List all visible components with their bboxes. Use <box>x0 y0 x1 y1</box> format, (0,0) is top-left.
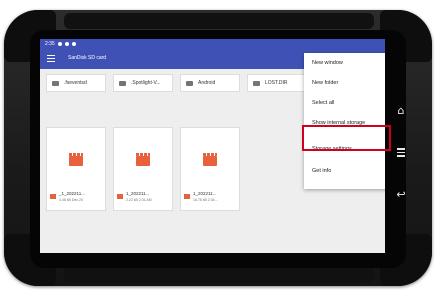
toolbar-title: SanDisk SD card <box>68 55 107 61</box>
notification-icon <box>64 42 69 46</box>
video-file-icon <box>117 194 123 199</box>
video-file-icon <box>184 194 190 199</box>
folder-icon <box>253 80 260 86</box>
folder-name: LOST.DIR <box>265 80 288 86</box>
status-bar: 2:35 <box>40 39 385 49</box>
folder-list: .fseventsd .Spotlight-V... Android LOST.… <box>46 74 307 92</box>
menu-icon[interactable] <box>394 146 408 160</box>
folder-item[interactable]: LOST.DIR <box>247 74 307 92</box>
file-name: 1_202211... <box>193 191 217 196</box>
menu-item-new-window[interactable]: New window <box>304 53 385 73</box>
folder-name: .fseventsd <box>64 80 87 86</box>
folder-item[interactable]: .fseventsd <box>46 74 106 92</box>
notification-icon <box>57 42 62 46</box>
highlight-box <box>302 125 391 151</box>
file-grid: _1_202211... 4.48 kB Dec 20 1_202211... … <box>46 127 240 211</box>
file-name: _1_202211... <box>59 191 85 196</box>
hamburger-menu-icon[interactable] <box>47 55 55 63</box>
folder-icon <box>186 80 193 86</box>
video-file-thumbnail-icon <box>203 153 217 166</box>
video-file-icon <box>50 194 56 199</box>
bumper-bottom <box>64 267 374 283</box>
status-time: 2:35 <box>45 41 55 47</box>
file-item[interactable]: 1_202211... 2.22 kB 2:31 AM <box>113 127 173 211</box>
file-meta: 16.78 kB 2:34... <box>193 198 218 202</box>
folder-icon <box>119 80 126 86</box>
back-icon[interactable]: ↩ <box>394 188 408 202</box>
menu-item-select-all[interactable]: Select all <box>304 93 385 113</box>
video-file-thumbnail-icon <box>69 153 83 166</box>
folder-name: .Spotlight-V... <box>131 80 161 86</box>
menu-item-get-info[interactable]: Get info <box>304 161 385 181</box>
bumper-top <box>64 13 374 29</box>
folder-item[interactable]: Android <box>180 74 240 92</box>
folder-item[interactable]: .Spotlight-V... <box>113 74 173 92</box>
notification-icon <box>71 42 76 46</box>
folder-icon <box>52 80 59 86</box>
overflow-menu: New window New folder Select all Show in… <box>304 53 385 189</box>
file-meta: 4.48 kB Dec 20 <box>59 198 83 202</box>
folder-name: Android <box>198 80 216 86</box>
file-item[interactable]: 1_202211... 16.78 kB 2:34... <box>180 127 240 211</box>
file-name: 1_202211... <box>126 191 150 196</box>
file-meta: 2.22 kB 2:31 AM <box>126 198 152 202</box>
file-item[interactable]: _1_202211... 4.48 kB Dec 20 <box>46 127 106 211</box>
home-icon[interactable]: ⌂ <box>394 104 408 118</box>
video-file-thumbnail-icon <box>136 153 150 166</box>
menu-item-new-folder[interactable]: New folder <box>304 73 385 93</box>
